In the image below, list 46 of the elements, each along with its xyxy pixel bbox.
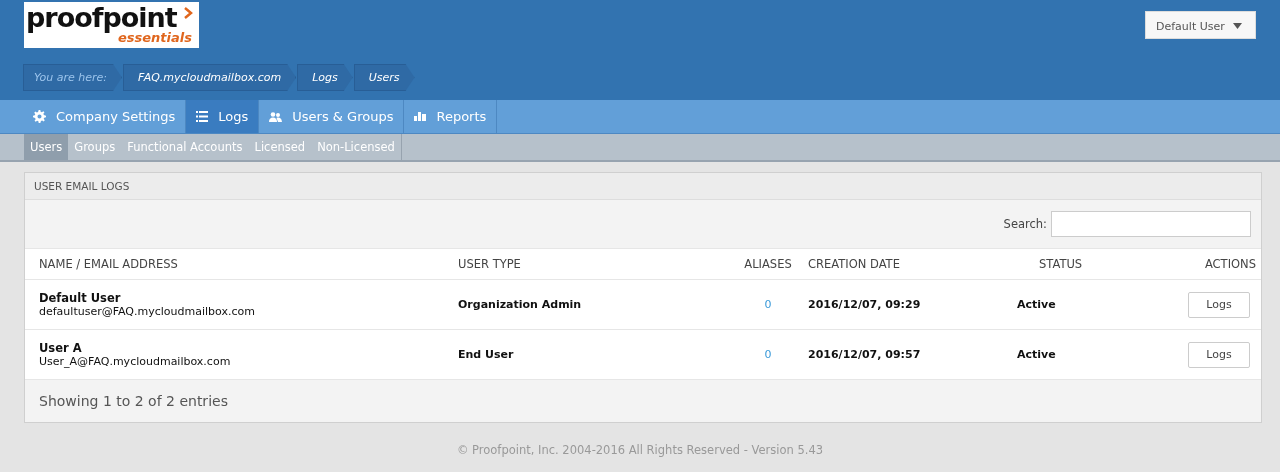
user-status: Active <box>1017 298 1056 311</box>
user-type: Organization Admin <box>458 298 582 311</box>
creation-date: 2016/12/07, 09:29 <box>808 298 921 311</box>
subnav-tab[interactable]: Groups <box>68 134 122 160</box>
search-label: Search: <box>1003 217 1047 231</box>
column-header: USER TYPE <box>458 257 521 271</box>
copyright-text: © Proofpoint, Inc. 2004-2016 All Rights Reserved - Version 5.43 <box>456 443 824 457</box>
search-field[interactable] <box>1051 211 1251 237</box>
breadcrumb-label: You are here: <box>23 64 122 91</box>
user-name: Default User <box>39 291 121 305</box>
user-dropdown[interactable]: Default User <box>1145 11 1256 39</box>
user-email: defaultuser@FAQ.mycloudmailbox.com <box>39 305 255 318</box>
logo-tagline: essentials <box>118 30 192 45</box>
gear-icon <box>33 110 46 123</box>
column-header: ALIASES <box>744 257 792 271</box>
column-header: NAME / EMAIL ADDRESS <box>39 257 178 271</box>
subnav-tab[interactable]: Users <box>24 134 69 160</box>
bar-chart-icon <box>414 112 427 121</box>
entries-summary: Showing 1 to 2 of 2 entries <box>39 393 228 409</box>
creation-date: 2016/12/07, 09:57 <box>808 348 921 361</box>
logs-button[interactable]: Logs <box>1188 341 1250 368</box>
nav-tab[interactable]: Users & Groups <box>259 100 405 133</box>
subnav-tab[interactable]: Non-Licensed <box>311 134 401 160</box>
caret-icon <box>1233 23 1242 29</box>
users-icon <box>269 111 283 122</box>
user-name: User A <box>39 341 82 355</box>
breadcrumb-link[interactable]: Logs <box>297 64 353 91</box>
alias-count[interactable]: 0 <box>764 298 772 311</box>
breadcrumb-link[interactable]: Users <box>353 64 415 91</box>
panel-title: USER EMAIL LOGS <box>34 180 130 192</box>
nav-tab[interactable]: Logs <box>186 100 260 133</box>
subnav-tab[interactable]: Licensed <box>248 134 312 160</box>
user-status: Active <box>1017 348 1056 361</box>
column-header: ACTIONS <box>1204 257 1256 271</box>
logo-wordmark: proofpoint <box>26 3 177 33</box>
user-email: User_A@FAQ.mycloudmailbox.com <box>39 355 231 368</box>
subnav-tab[interactable]: Functional Accounts <box>121 134 249 160</box>
user-type: End User <box>458 348 514 361</box>
column-header: CREATION DATE <box>808 257 900 271</box>
nav-tab[interactable]: Reports <box>404 100 498 133</box>
logs-button[interactable]: Logs <box>1188 291 1250 318</box>
chevron-icon <box>184 7 193 19</box>
column-header: STATUS <box>1039 257 1083 271</box>
breadcrumb-link[interactable]: FAQ.mycloudmailbox.com <box>123 64 297 91</box>
alias-count[interactable]: 0 <box>764 348 772 361</box>
list-icon <box>196 111 209 122</box>
